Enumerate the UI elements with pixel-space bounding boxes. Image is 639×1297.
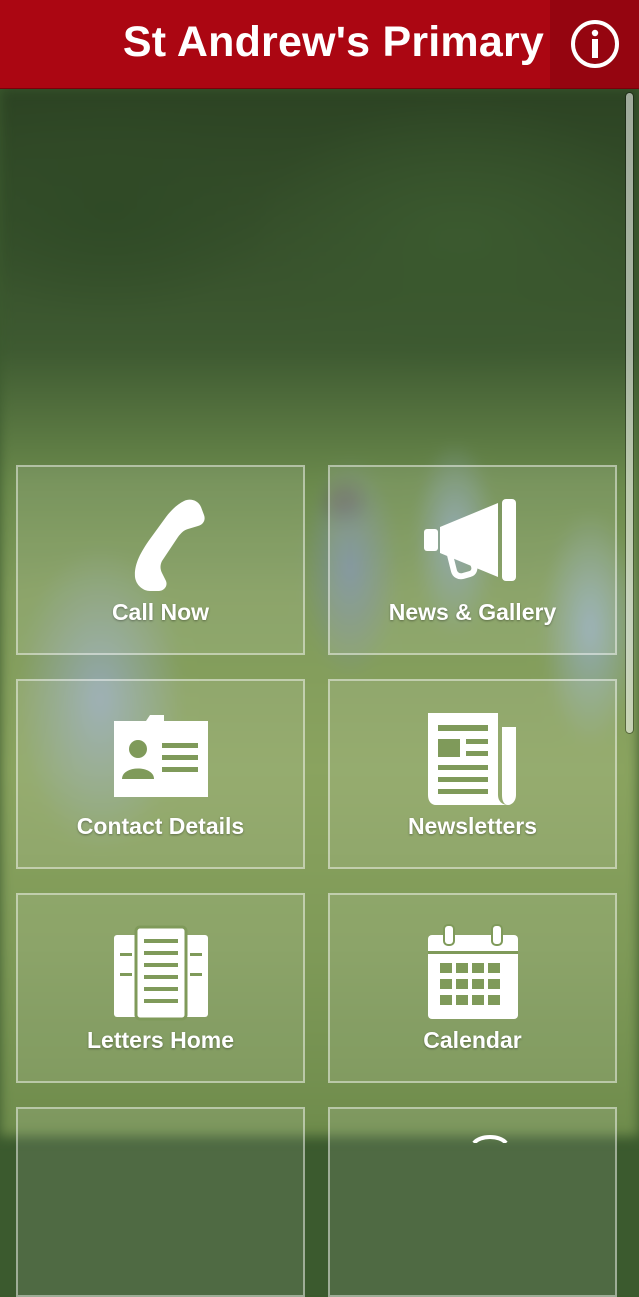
tile-call-now[interactable]: Call Now: [16, 465, 305, 655]
scrollbar[interactable]: [626, 93, 633, 733]
calendar-icon: [418, 923, 528, 1023]
phone-icon: [106, 495, 216, 595]
tile-label: Newsletters: [407, 813, 538, 839]
megaphone-icon: [418, 495, 528, 595]
contact-card-icon: [106, 709, 216, 809]
tile-label: News & Gallery: [388, 599, 557, 625]
tile-news-gallery[interactable]: News & Gallery: [328, 465, 617, 655]
tile-letters-home[interactable]: Letters Home: [16, 893, 305, 1083]
app-header: St Andrew's Primary: [0, 0, 639, 89]
tile-label: Letters Home: [87, 1027, 234, 1053]
partial-icon: [472, 1135, 508, 1143]
letters-icon: [106, 923, 216, 1023]
info-icon: [570, 20, 619, 68]
tile-label: Calendar: [423, 1027, 522, 1053]
tile-label: Call Now: [111, 599, 210, 625]
tile-calendar[interactable]: Calendar: [328, 893, 617, 1083]
tile-label: Contact Details: [76, 813, 245, 839]
tile-newsletters[interactable]: Newsletters: [328, 679, 617, 869]
newspaper-icon: [418, 709, 528, 809]
info-button[interactable]: [550, 0, 639, 88]
tile-contact-details[interactable]: Contact Details: [16, 679, 305, 869]
app-title: St Andrew's Primary: [122, 18, 544, 66]
